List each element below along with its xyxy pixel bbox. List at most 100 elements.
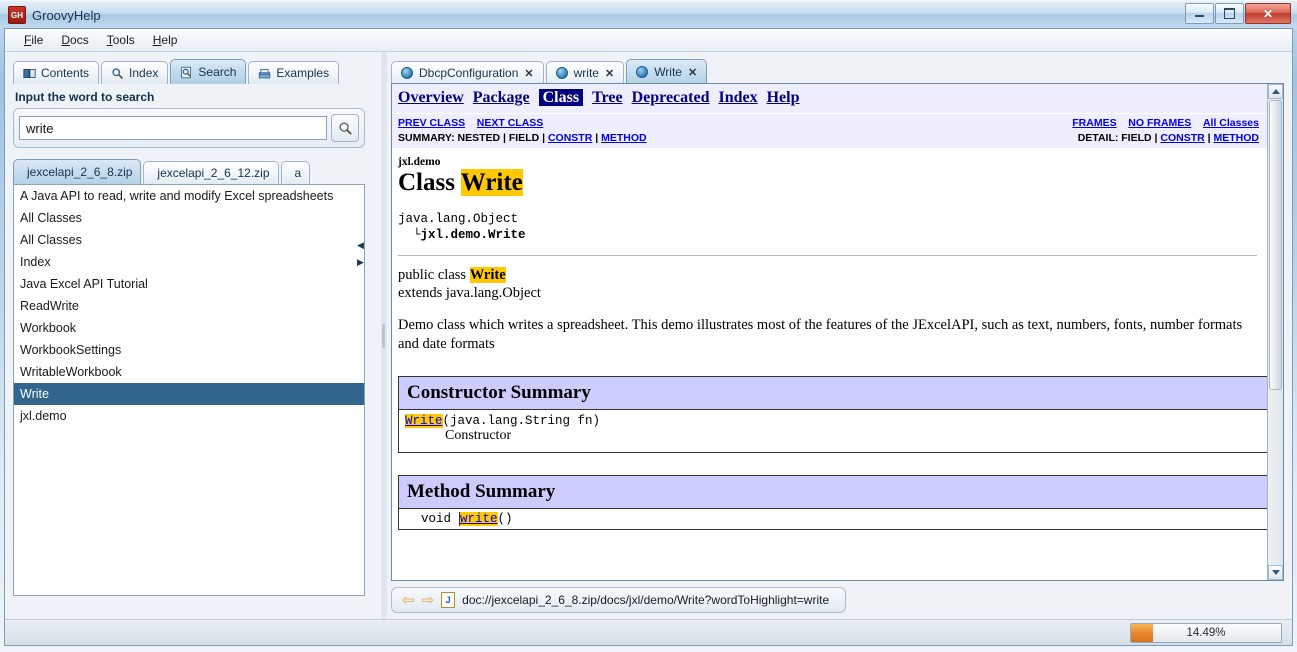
divider	[398, 255, 1257, 256]
title-bar: GH GroovyHelp ✕	[0, 0, 1297, 29]
tab-index-label: Index	[129, 66, 159, 80]
tab-contents[interactable]: Contents	[13, 61, 100, 84]
list-item[interactable]: All Classes	[14, 229, 364, 251]
search-button[interactable]	[331, 114, 359, 142]
zip-tab-jexcelapi-2-6-8[interactable]: jexcelapi_2_6_8.zip	[13, 159, 142, 184]
tab-contents-label: Contents	[41, 66, 90, 80]
method-link[interactable]: write	[460, 512, 498, 526]
no-frames-link[interactable]: NO FRAMES	[1128, 117, 1191, 129]
list-item-selected[interactable]: Write	[14, 383, 364, 405]
menu-help[interactable]: Help	[144, 31, 187, 49]
package-name: jxl.demo	[398, 156, 441, 168]
close-tab-icon[interactable]: ✕	[524, 67, 533, 80]
constructor-summary-title: Constructor Summary	[399, 377, 1267, 410]
minimize-icon	[1195, 15, 1204, 17]
menu-tools[interactable]: Tools	[98, 31, 144, 49]
doc-tab-write-lower[interactable]: write ✕	[545, 61, 625, 84]
left-tab-bar: Contents Index Search Examples	[13, 58, 381, 84]
nav-class[interactable]: Class	[538, 89, 584, 106]
tab-search[interactable]: Search	[170, 59, 247, 84]
hierarchy-child: └jxl.demo.Write	[398, 227, 1257, 243]
menu-file[interactable]: File	[15, 31, 52, 49]
frames-link[interactable]: FRAMES	[1072, 117, 1116, 129]
app-icon: GH	[8, 6, 26, 24]
constructor-summary-table: Constructor Summary Write(java.lang.Stri…	[398, 376, 1267, 453]
doc-tab-dbcpconfiguration[interactable]: DbcpConfiguration ✕	[391, 61, 544, 84]
document-tab-bar: DbcpConfiguration ✕ write ✕ Write ✕	[391, 58, 1284, 84]
window-title: GroovyHelp	[32, 7, 101, 23]
minimize-button[interactable]	[1185, 3, 1214, 24]
list-item[interactable]: jxl.demo	[14, 405, 364, 427]
zip-tab-label: a	[294, 166, 302, 180]
class-hierarchy: java.lang.Object └jxl.demo.Write	[398, 211, 1257, 243]
summary-constr-link[interactable]: CONSTR	[548, 132, 592, 144]
list-item[interactable]: All Classes	[14, 207, 364, 229]
javadoc-nav-bar: Overview Package Class Tree Deprecated Index H…	[392, 84, 1267, 114]
class-title-name: Write	[460, 169, 523, 196]
scroll-left-icon[interactable]: ◀	[357, 240, 364, 251]
chevron-down-icon	[1271, 570, 1280, 575]
constructor-description: Constructor	[445, 428, 512, 443]
menu-docs[interactable]: Docs	[52, 31, 97, 49]
nav-help[interactable]: Help	[767, 89, 800, 106]
close-button[interactable]: ✕	[1245, 3, 1291, 24]
close-tab-icon[interactable]: ✕	[605, 67, 614, 80]
constructor-link[interactable]: Write	[405, 414, 443, 428]
address-url[interactable]: doc://jexcelapi_2_6_8.zip/docs/jxl/demo/…	[462, 593, 829, 607]
class-description: Demo class which writes a spreadsheet. T…	[398, 317, 1243, 352]
tab-examples[interactable]: Examples	[248, 61, 340, 84]
zip-tab-a[interactable]: a	[280, 161, 311, 184]
search-input[interactable]	[19, 116, 327, 140]
list-item[interactable]: Workbook	[14, 317, 364, 339]
nav-overview[interactable]: Overview	[398, 89, 464, 106]
detail-sep: |	[1204, 132, 1214, 144]
prev-class-link[interactable]: PREV CLASS	[398, 117, 465, 129]
javadoc-class-nav-row: PREV CLASS NEXT CLASS FRAMES NO FRAMES A…	[392, 114, 1267, 129]
nav-index[interactable]: Index	[718, 89, 757, 106]
back-icon[interactable]: ⇦	[402, 593, 415, 608]
next-class-link[interactable]: NEXT CLASS	[477, 117, 544, 129]
detail-prefix: DETAIL: FIELD |	[1077, 132, 1161, 144]
class-declaration: public class Write extends java.lang.Obj…	[398, 266, 1257, 302]
nav-deprecated[interactable]: Deprecated	[632, 89, 710, 106]
scroll-right-icon[interactable]: ▶	[357, 257, 364, 268]
list-item[interactable]: Java Excel API Tutorial	[14, 273, 364, 295]
magnifier-icon	[338, 121, 352, 135]
hierarchy-leaf: jxl.demo.Write	[420, 228, 526, 242]
class-title-prefix: Class	[398, 169, 461, 196]
prev-next-class: PREV CLASS NEXT CLASS	[398, 117, 543, 129]
document-scrollbar[interactable]	[1267, 84, 1283, 580]
scrollbar-thumb[interactable]	[1269, 100, 1282, 390]
document-viewer: Overview Package Class Tree Deprecated Index H…	[391, 83, 1284, 581]
constructor-args: (java.lang.String fn)	[442, 414, 601, 428]
progress-bar: 14.49%	[1130, 622, 1282, 643]
detail-constr-link[interactable]: CONSTR	[1160, 132, 1204, 144]
tab-index[interactable]: Index	[101, 61, 169, 84]
nav-tree[interactable]: Tree	[592, 89, 623, 106]
list-item[interactable]: WritableWorkbook	[14, 361, 364, 383]
declaration-class-name: Write	[469, 267, 506, 283]
search-doc-icon	[181, 66, 192, 78]
zip-tab-label: jexcelapi_2_6_12.zip	[157, 166, 270, 180]
list-item[interactable]: WorkbookSettings	[14, 339, 364, 361]
tab-search-label: Search	[198, 65, 237, 79]
zip-tab-jexcelapi-2-6-12[interactable]: jexcelapi_2_6_12.zip	[143, 161, 279, 184]
list-item[interactable]: A Java API to read, write and modify Exc…	[14, 185, 364, 207]
forward-icon[interactable]: ⇨	[422, 593, 435, 608]
doc-tab-write[interactable]: Write ✕	[626, 59, 708, 84]
scroll-down-button[interactable]	[1268, 565, 1283, 580]
list-item[interactable]: Index	[14, 251, 364, 273]
list-item[interactable]: ReadWrite	[14, 295, 364, 317]
close-tab-icon[interactable]: ✕	[688, 66, 697, 79]
scroll-up-button[interactable]	[1268, 84, 1283, 99]
summary-method-link[interactable]: METHOD	[601, 132, 647, 144]
maximize-button[interactable]	[1215, 3, 1244, 24]
nav-package[interactable]: Package	[473, 89, 530, 106]
close-icon: ✕	[1262, 6, 1274, 21]
all-classes-link[interactable]: All Classes	[1203, 117, 1259, 129]
class-title: Class Write	[398, 169, 1257, 197]
detail-method-link[interactable]: METHOD	[1214, 132, 1260, 144]
search-results-list[interactable]: A Java API to read, write and modify Exc…	[13, 184, 365, 596]
doc-tab-label: write	[573, 66, 599, 80]
tab-examples-label: Examples	[276, 66, 330, 80]
